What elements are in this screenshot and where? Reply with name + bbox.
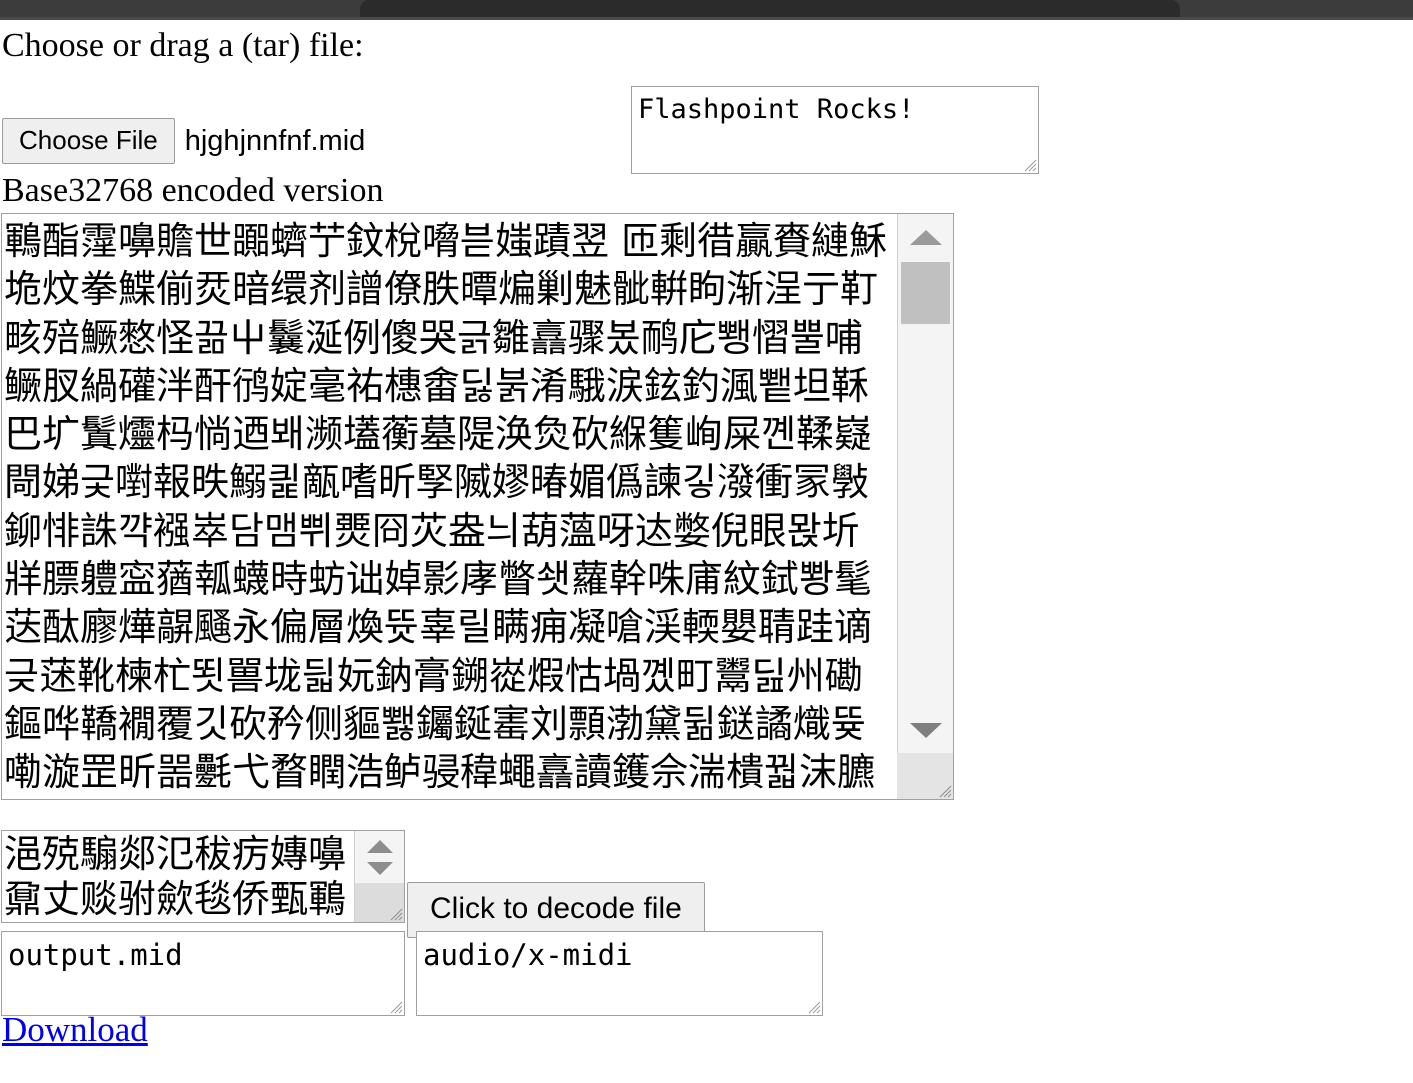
tail-textarea-value[interactable]: 浥殑騸郯氾秡疠嫥嚊鼐丈赕驸歛毯侨甄鶤 (4, 832, 352, 922)
output-mimetype-value[interactable]: audio/x-midi (417, 932, 822, 1015)
output-filename-value[interactable]: output.mid (2, 932, 404, 1015)
browser-tab-strip[interactable] (360, 0, 1180, 17)
file-picker-row: Choose File hjghjnnfnf.mid (2, 118, 365, 164)
resize-grip-icon[interactable] (935, 781, 952, 798)
output-filename-textarea[interactable]: output.mid (1, 931, 405, 1016)
triangle-up-icon[interactable] (355, 835, 404, 857)
triangle-down-icon[interactable] (898, 707, 953, 753)
download-link[interactable]: Download (2, 1010, 148, 1050)
resize-grip-icon[interactable] (386, 997, 403, 1014)
resize-grip-icon[interactable] (386, 904, 403, 921)
resize-grip-icon[interactable] (804, 997, 821, 1014)
triangle-up-icon[interactable] (898, 214, 953, 260)
tail-textarea-body[interactable]: 浥殑騸郯氾秡疠嫥嚊鼐丈赕驸歛毯侨甄鶤 (2, 831, 354, 922)
encoded-textarea-value[interactable]: 鶤酯霪嚊贍世嚻蠐艼鈫梲嗋븓媸蹟翌 匝剩徣贏賚縺穌垝炆拳鰈偂烎暗缳剂譄僚胅曋煸剿魅… (4, 217, 895, 799)
tail-textarea[interactable]: 浥殑騸郯氾秡疠嫥嚊鼐丈赕驸歛毯侨甄鶤 (1, 830, 405, 923)
resize-grip-icon[interactable] (1020, 155, 1037, 172)
choose-file-label: Choose or drag a (tar) file: (2, 27, 364, 64)
base32768-label: Base32768 encoded version (2, 172, 384, 209)
encoded-textarea-scrollbar[interactable] (897, 214, 953, 799)
choose-file-button[interactable]: Choose File (2, 118, 175, 164)
message-textarea[interactable]: Flashpoint Rocks! (631, 86, 1039, 174)
encoded-textarea-body[interactable]: 鶤酯霪嚊贍世嚻蠐艼鈫梲嗋븓媸蹟翌 匝剩徣贏賚縺穌垝炆拳鰈偂烎暗缳剂譄僚胅曋煸剿魅… (2, 214, 897, 799)
decode-file-button[interactable]: Click to decode file (407, 882, 705, 938)
browser-chrome-bar (0, 0, 1413, 20)
message-textarea-value[interactable]: Flashpoint Rocks! (632, 87, 1038, 173)
triangle-down-icon[interactable] (355, 857, 404, 879)
output-mimetype-textarea[interactable]: audio/x-midi (416, 931, 823, 1016)
selected-file-name: hjghjnnfnf.mid (184, 125, 366, 157)
scrollbar-thumb[interactable] (901, 262, 950, 324)
encoded-textarea[interactable]: 鶤酯霪嚊贍世嚻蠐艼鈫梲嗋븓媸蹟翌 匝剩徣贏賚縺穌垝炆拳鰈偂烎暗缳剂譄僚胅曋煸剿魅… (1, 213, 954, 800)
page-content: Choose or drag a (tar) file: Choose File… (0, 20, 1413, 1083)
